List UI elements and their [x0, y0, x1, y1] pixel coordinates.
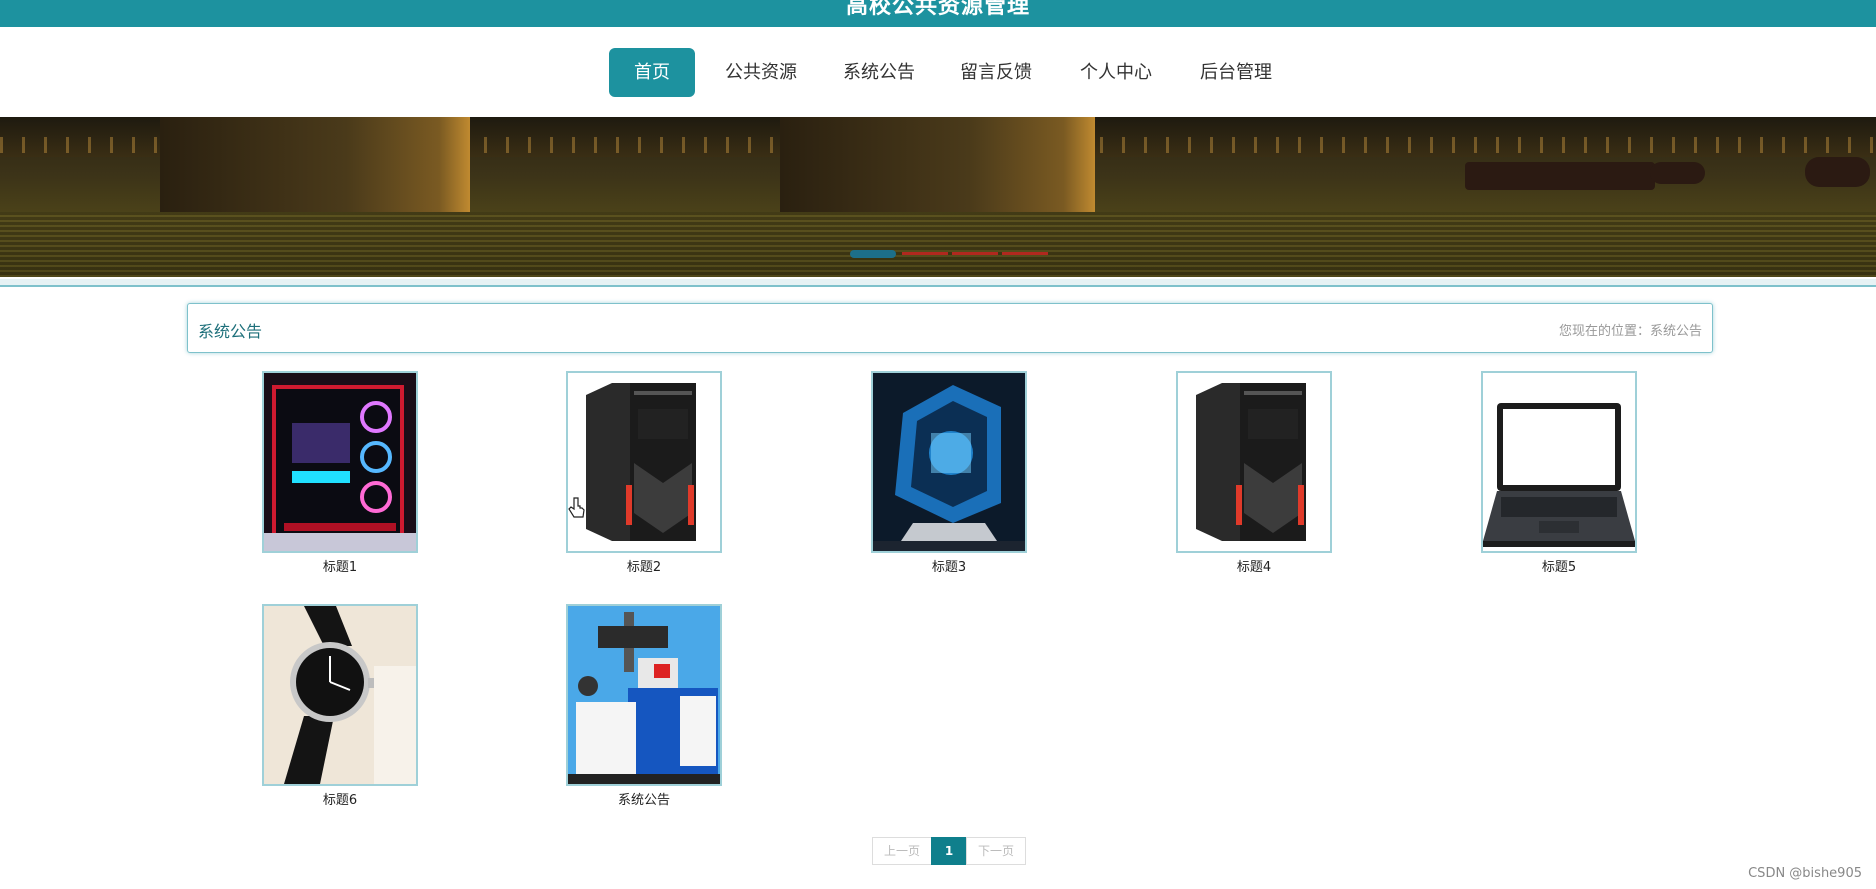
watermark: CSDN @bishe905: [1748, 866, 1862, 881]
card-image-laptop[interactable]: [1481, 371, 1637, 553]
carousel-dot[interactable]: [902, 252, 948, 255]
card-caption[interactable]: 标题5: [1481, 556, 1637, 575]
carousel-dot[interactable]: [850, 250, 896, 258]
nav-item-public-resources[interactable]: 公共资源: [715, 48, 807, 97]
banner-boat: [1650, 162, 1705, 184]
card-image-black-tower-pc[interactable]: [566, 371, 722, 553]
top-header-bar: 高校公共资源管理: [0, 0, 1876, 27]
bridge-pier: [780, 117, 1095, 212]
card-image-black-tower-pc[interactable]: [1176, 371, 1332, 553]
card-caption[interactable]: 标题2: [566, 556, 722, 575]
section-header: 系统公告 您现在的位置：系统公告: [187, 303, 1713, 353]
page-number-button[interactable]: 1: [931, 837, 967, 865]
card-caption[interactable]: 标题1: [262, 556, 418, 575]
carousel-dot[interactable]: [1002, 252, 1048, 255]
main-nav: 首页 公共资源 系统公告 留言反馈 个人中心 后台管理: [0, 27, 1876, 117]
banner-boat: [1465, 162, 1655, 190]
mouse-cursor-icon: [568, 497, 586, 523]
card-caption[interactable]: 标题4: [1176, 556, 1332, 575]
carousel-dot[interactable]: [952, 252, 998, 255]
card-image-rgb-pc-case[interactable]: [262, 371, 418, 553]
card-caption[interactable]: 系统公告: [566, 789, 722, 808]
prev-page-button[interactable]: 上一页: [872, 837, 932, 865]
card-image-wrist-watch[interactable]: [262, 604, 418, 786]
card-image-blue-gaming-pc[interactable]: [871, 371, 1027, 553]
bridge-pier: [160, 117, 470, 212]
nav-item-feedback[interactable]: 留言反馈: [950, 48, 1042, 97]
nav-item-home[interactable]: 首页: [609, 48, 695, 97]
card-caption[interactable]: 标题3: [871, 556, 1027, 575]
card-image-laser-welding-machine[interactable]: [566, 604, 722, 786]
breadcrumb: 您现在的位置：系统公告: [1558, 324, 1702, 339]
nav-item-profile[interactable]: 个人中心: [1070, 48, 1162, 97]
site-title: 高校公共资源管理: [845, 0, 1030, 19]
banner-water: [0, 212, 1876, 277]
section-title: 系统公告: [198, 322, 263, 341]
card-caption[interactable]: 标题6: [262, 789, 418, 808]
banner-boat: [1805, 157, 1870, 187]
banner-carousel[interactable]: [0, 117, 1876, 277]
banner-divider: [0, 279, 1876, 287]
next-page-button[interactable]: 下一页: [966, 837, 1026, 865]
nav-item-admin[interactable]: 后台管理: [1190, 48, 1282, 97]
nav-item-announcements[interactable]: 系统公告: [833, 48, 925, 97]
